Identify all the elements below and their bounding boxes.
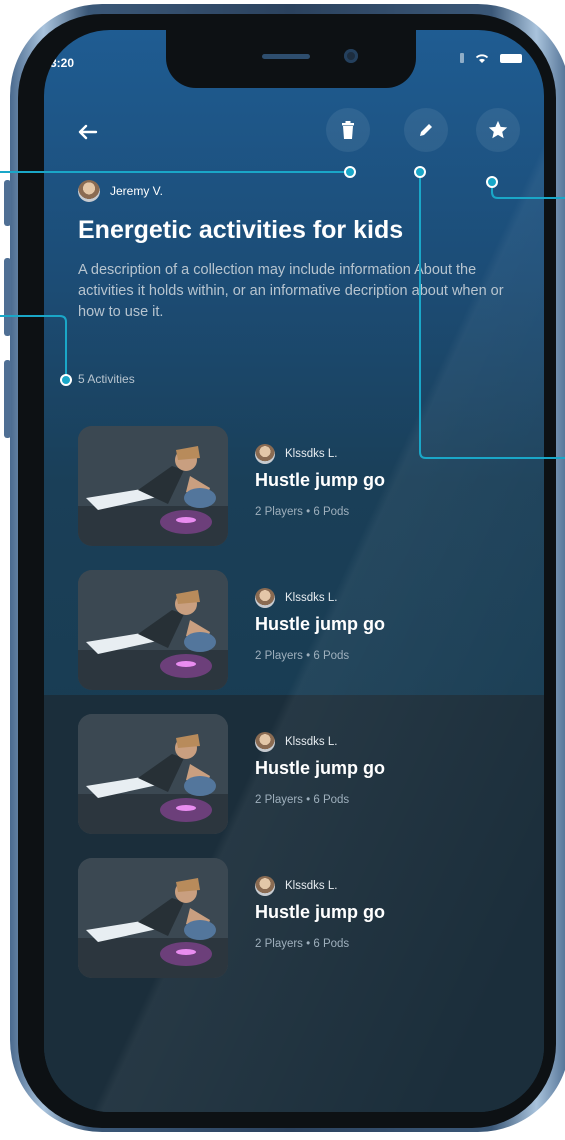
activity-author-name: Klssdks L. (285, 448, 338, 460)
side-button (4, 258, 11, 336)
page-title: Energetic activities for kids (78, 216, 404, 244)
collection-author[interactable]: Jeremy V. (78, 180, 163, 202)
status-time: 3:20 (50, 56, 75, 70)
pencil-icon (420, 124, 432, 136)
activity-title: Hustle jump go (255, 758, 385, 778)
activity-count: 5 Activities (78, 372, 135, 386)
avatar (78, 180, 100, 202)
list-item[interactable]: Klssdks L. Hustle jump go 2 Players • 6 … (78, 858, 518, 978)
activity-thumbnail (78, 570, 228, 690)
activity-author: Klssdks L. (255, 444, 337, 464)
list-item[interactable]: Klssdks L. Hustle jump go 2 Players • 6 … (78, 714, 518, 834)
front-camera (344, 49, 358, 63)
avatar (255, 588, 275, 608)
wifi-icon (475, 54, 489, 63)
activity-author-name: Klssdks L. (285, 736, 338, 748)
activity-author-name: Klssdks L. (285, 592, 338, 604)
activity-meta: 2 Players • 6 Pods (255, 506, 350, 518)
battery-icon (500, 53, 522, 63)
back-arrow-icon[interactable] (74, 118, 102, 146)
activity-title: Hustle jump go (255, 470, 385, 490)
activity-thumbnail (78, 714, 228, 834)
author-name: Jeremy V. (110, 184, 163, 198)
list-item[interactable]: Klssdks L. Hustle jump go 2 Players • 6 … (78, 426, 518, 546)
status-icons (460, 52, 522, 64)
delete-button[interactable] (326, 108, 370, 152)
star-icon (488, 120, 508, 139)
activity-title: Hustle jump go (255, 614, 385, 634)
favorite-button[interactable] (476, 108, 520, 152)
edit-button[interactable] (404, 108, 448, 152)
collection-description: A description of a collection may includ… (78, 262, 504, 320)
side-button (4, 360, 11, 438)
activity-title: Hustle jump go (255, 902, 385, 922)
avatar (255, 876, 275, 896)
activity-author: Klssdks L. (255, 876, 337, 896)
app-screen: 3:20 Jeremy V. Energetic activities for … (44, 30, 544, 1112)
activity-thumbnail (78, 858, 228, 978)
avatar (255, 444, 275, 464)
activity-meta: 2 Players • 6 Pods (255, 938, 350, 950)
activity-author-name: Klssdks L. (285, 880, 338, 892)
signal-icon (460, 53, 464, 63)
trash-icon (342, 121, 354, 139)
activity-meta: 2 Players • 6 Pods (255, 794, 350, 806)
side-button (4, 180, 11, 226)
speaker (262, 54, 310, 59)
activity-thumbnail (78, 426, 228, 546)
activity-author: Klssdks L. (255, 732, 337, 752)
activity-author: Klssdks L. (255, 588, 337, 608)
list-item[interactable]: Klssdks L. Hustle jump go 2 Players • 6 … (78, 570, 518, 690)
activity-meta: 2 Players • 6 Pods (255, 650, 350, 662)
notch (166, 30, 416, 88)
avatar (255, 732, 275, 752)
